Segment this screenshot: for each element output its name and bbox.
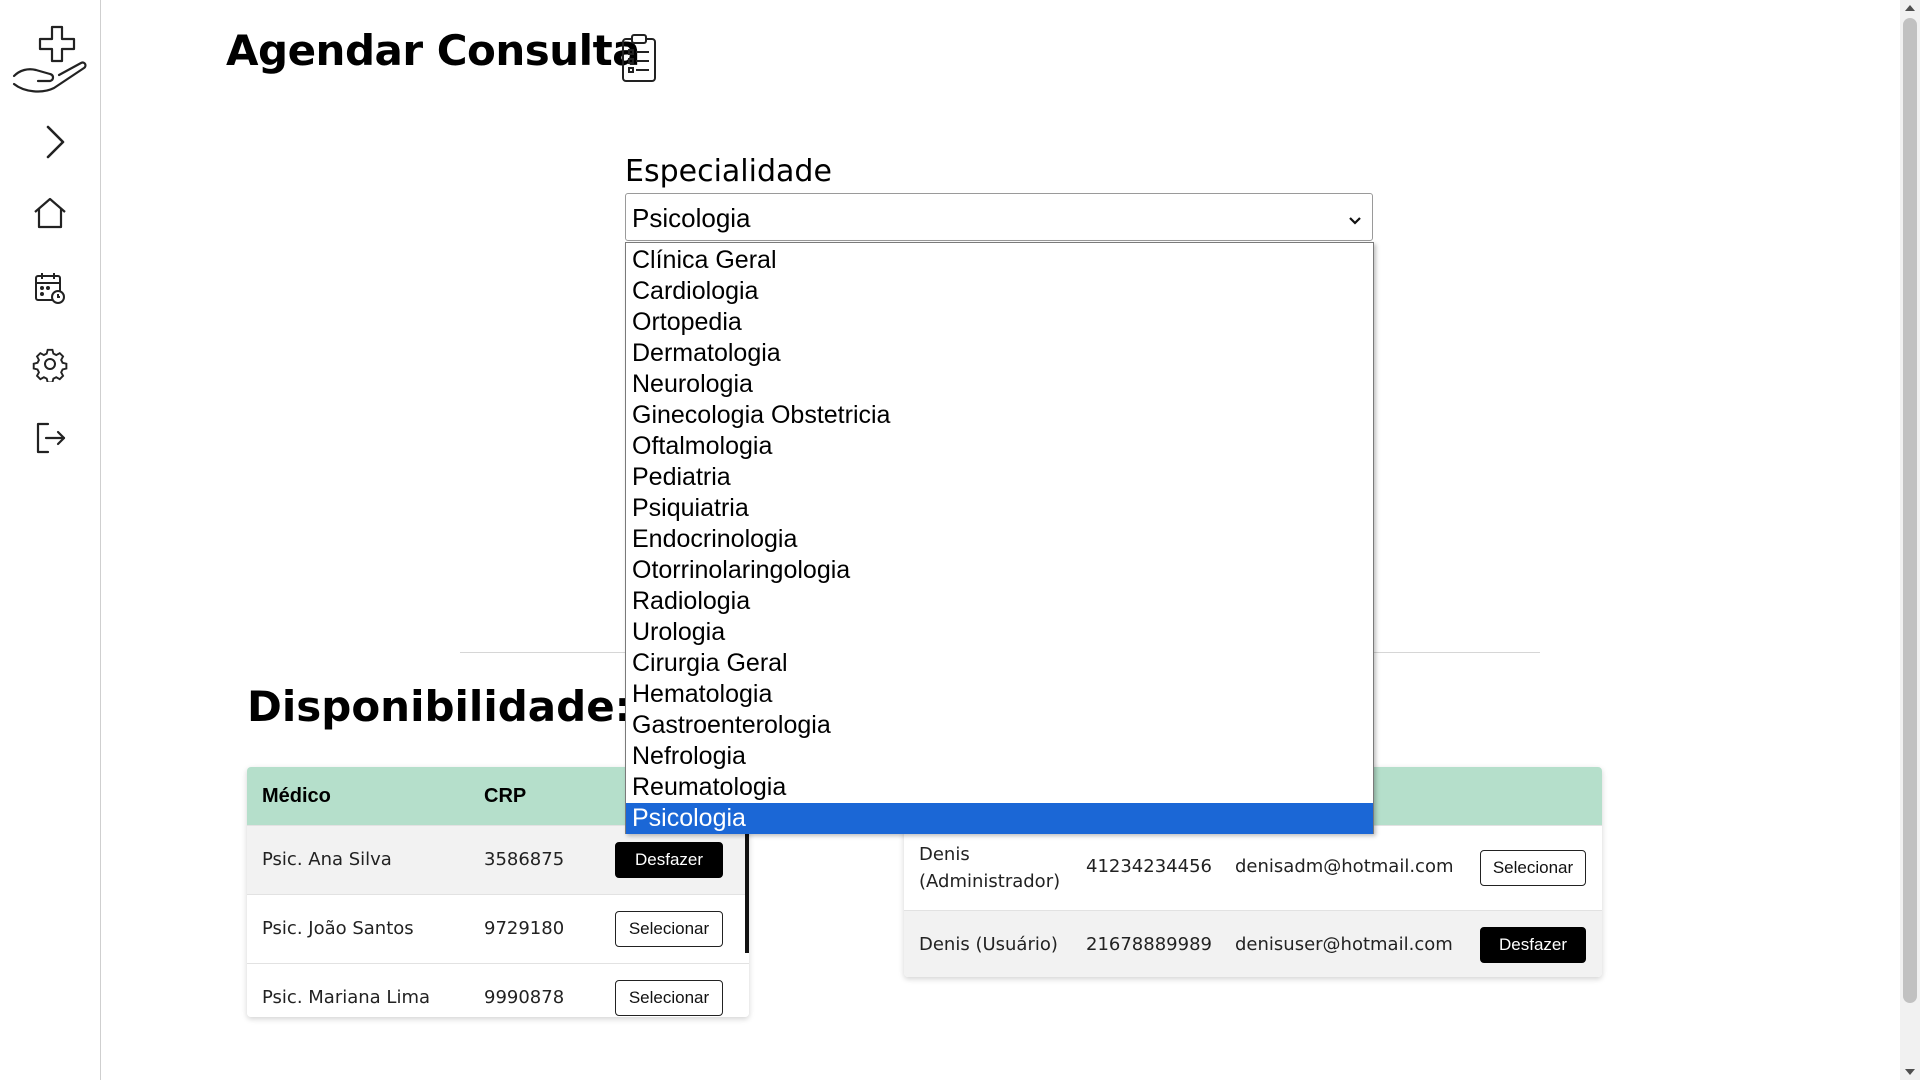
dropdown-option[interactable]: Oftalmologia: [626, 431, 1373, 462]
paciente-doc: 41234234456: [1086, 856, 1212, 877]
desfazer-button[interactable]: Desfazer: [1480, 927, 1586, 963]
page-title: Agendar Consulta: [226, 26, 641, 75]
dropdown-option[interactable]: Neurologia: [626, 369, 1373, 400]
medico-name: Psic. João Santos: [262, 918, 414, 939]
dropdown-option[interactable]: Psicologia: [626, 803, 1373, 834]
dropdown-option[interactable]: Psiquiatria: [626, 493, 1373, 524]
chevron-down-icon: [1348, 211, 1362, 230]
chevron-right-icon[interactable]: [0, 122, 100, 162]
dropdown-option[interactable]: Cardiologia: [626, 276, 1373, 307]
dropdown-option[interactable]: Gastroenterologia: [626, 710, 1373, 741]
medical-hand-logo-icon[interactable]: [0, 24, 100, 96]
paciente-doc: 21678889989: [1086, 934, 1212, 955]
dropdown-option[interactable]: Cirurgia Geral: [626, 648, 1373, 679]
dropdown-option[interactable]: Clínica Geral: [626, 245, 1373, 276]
table-scrollbar[interactable]: [745, 825, 749, 953]
especialidade-selected-value: Psicologia: [632, 203, 751, 233]
dropdown-option[interactable]: Urologia: [626, 617, 1373, 648]
dropdown-option[interactable]: Otorrinolaringologia: [626, 555, 1373, 586]
dropdown-option[interactable]: Radiologia: [626, 586, 1373, 617]
dropdown-option[interactable]: Dermatologia: [626, 338, 1373, 369]
gear-icon[interactable]: [0, 346, 100, 382]
medico-crp: 3586875: [484, 849, 565, 870]
table-row: Psic. Ana Silva 3586875 Desfazer: [247, 825, 749, 894]
dropdown-option[interactable]: Ginecologia Obstetricia: [626, 400, 1373, 431]
medico-crp: 9729180: [484, 918, 565, 939]
sidebar: [0, 0, 101, 1080]
page-scrollbar[interactable]: [1900, 0, 1920, 1080]
paciente-email: denisadm@hotmail.com: [1235, 856, 1454, 877]
dropdown-option[interactable]: Reumatologia: [626, 772, 1373, 803]
logout-icon[interactable]: [0, 420, 100, 456]
selecionar-button[interactable]: Selecionar: [615, 911, 723, 947]
section-title: Disponibilidade:: [247, 682, 632, 731]
selecionar-button[interactable]: Selecionar: [615, 980, 723, 1016]
header-crp: CRP: [484, 785, 527, 807]
header-medico: Médico: [262, 785, 331, 807]
table-row: Psic. Mariana Lima 9990878 Selecionar: [247, 963, 749, 1017]
medico-name: Psic. Ana Silva: [262, 849, 392, 870]
table-row: Psic. João Santos 9729180 Selecionar: [247, 894, 749, 963]
scroll-up-arrow-icon[interactable]: [1900, 0, 1920, 16]
especialidade-label: Especialidade: [625, 154, 832, 189]
home-icon[interactable]: [0, 196, 100, 230]
table-row: Denis (Administrador) 41234234456 denisa…: [904, 825, 1602, 910]
clipboard-list-icon: [620, 33, 658, 87]
dropdown-option[interactable]: Pediatria: [626, 462, 1373, 493]
paciente-name: Denis (Usuário): [919, 934, 1058, 955]
dropdown-option[interactable]: Endocrinologia: [626, 524, 1373, 555]
dropdown-option[interactable]: Hematologia: [626, 679, 1373, 710]
calendar-clock-icon[interactable]: [0, 270, 100, 306]
scroll-down-arrow-icon[interactable]: [1900, 1064, 1920, 1080]
paciente-name: Denis (Administrador): [919, 844, 1061, 892]
desfazer-button[interactable]: Desfazer: [615, 842, 723, 878]
dropdown-option[interactable]: Nefrologia: [626, 741, 1373, 772]
medico-name: Psic. Mariana Lima: [262, 987, 431, 1008]
paciente-email: denisuser@hotmail.com: [1235, 934, 1453, 955]
scroll-thumb[interactable]: [1903, 18, 1917, 1003]
dropdown-option[interactable]: Ortopedia: [626, 307, 1373, 338]
especialidade-dropdown-list: Clínica Geral Cardiologia Ortopedia Dermato…: [625, 242, 1374, 834]
medico-crp: 9990878: [484, 987, 565, 1008]
especialidade-select[interactable]: Psicologia: [625, 193, 1373, 241]
selecionar-button[interactable]: Selecionar: [1480, 850, 1586, 886]
table-row: Denis (Usuário) 21678889989 denisuser@ho…: [904, 910, 1602, 977]
